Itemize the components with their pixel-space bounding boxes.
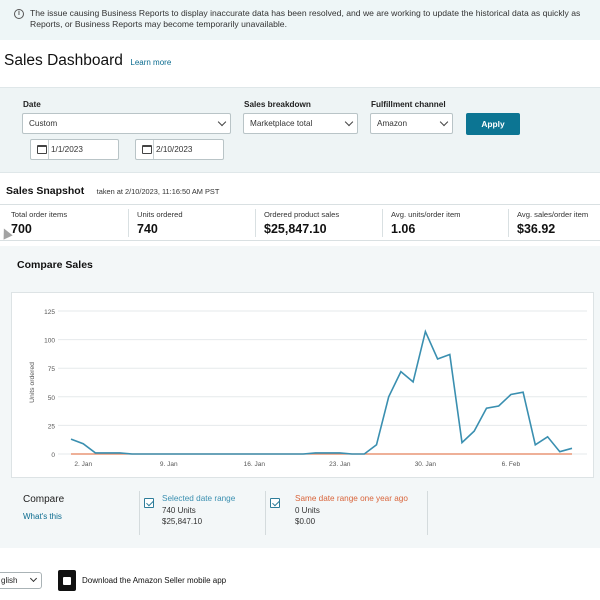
x-tick-label: 6. Feb [502,461,521,468]
fulfillment-select-value: Amazon [377,119,408,128]
end-date-field[interactable]: 2/10/2023 [135,139,224,160]
metric-divider [382,209,383,237]
apply-button[interactable]: Apply [466,113,520,135]
end-date-value: 2/10/2023 [156,145,193,154]
metric-ordered-product-sales: Ordered product sales $25,847.10 [264,210,339,236]
metric-total-order-items: Total order items 700 [11,210,67,236]
metric-divider [255,209,256,237]
field-separator [153,140,154,159]
selected-range-units: 740 Units [162,506,196,515]
metric-units-ordered: Units ordered 740 [137,210,183,236]
snapshot-title: Sales Snapshot [6,185,85,197]
metric-label: Avg. units/order item [391,210,461,219]
y-tick-label: 25 [48,423,56,430]
y-tick-label: 75 [48,366,56,373]
y-tick-label: 0 [51,452,55,459]
fulfillment-label: Fulfillment channel [371,100,446,109]
notification-banner: i The issue causing Business Reports to … [0,0,600,40]
y-tick-label: 50 [48,395,56,402]
compare-sales-title: Compare Sales [17,259,93,271]
title-row: Sales Dashboard Learn more [4,52,171,72]
fulfillment-select[interactable]: Amazon [370,113,453,134]
last-year-units: 0 Units [295,506,320,515]
language-select[interactable]: glish [0,572,42,589]
whats-this-link[interactable]: What's this [23,512,62,521]
last-year-title: Same date range one year ago [295,494,408,503]
y-tick-label: 125 [44,309,55,316]
chevron-down-icon [344,117,354,127]
language-value: glish [1,576,18,585]
download-app-link[interactable]: Download the Amazon Seller mobile app [82,576,226,585]
compare-legend: Compare What's this Selected date range … [11,487,594,539]
date-select[interactable]: Custom [22,113,231,134]
field-separator [48,140,49,159]
filters-panel: Date Custom 1/1/2023 2/10/2023 Sales bre… [0,87,600,173]
date-select-value: Custom [29,119,58,128]
compare-sales-panel: Compare Sales 0 25 50 75 100 125 Units ordered… [0,246,600,548]
metric-value: $36.92 [517,222,556,236]
metric-value: 1.06 [391,222,416,236]
breakdown-select[interactable]: Marketplace total [243,113,358,134]
selected-range-title: Selected date range [162,494,236,503]
calendar-icon [37,145,47,154]
sales-chart: 0 25 50 75 100 125 Units ordered 2. Jan 9. Jan 16… [11,292,594,478]
metric-avg-units-per-item: Avg. units/order item 1.06 [391,210,461,236]
x-tick-label: 16. Jan [244,461,266,468]
metric-divider [128,209,129,237]
learn-more-link[interactable]: Learn more [130,58,171,67]
banner-line-1: The issue causing Business Reports to di… [30,8,581,18]
chevron-down-icon [439,117,449,127]
metrics-row: Total order items 700 Units ordered 740 … [0,204,600,241]
compare-label: Compare [23,494,65,505]
last-year-checkbox[interactable] [270,498,280,508]
metric-label: Avg. sales/order item [517,210,589,219]
chevron-down-icon [29,574,38,583]
x-tick-label: 2. Jan [74,461,92,468]
info-icon: i [14,9,24,19]
y-axis-label: Units ordered [29,362,36,403]
metric-value: $25,847.10 [264,222,327,236]
metric-label: Ordered product sales [264,210,340,219]
banner-text: The issue causing Business Reports to di… [30,8,600,30]
metric-value: 740 [137,222,158,236]
selected-range-line [70,329,573,455]
selected-range-sales: $25,847.10 [162,517,203,526]
metric-label: Total order items [11,210,68,219]
legend-divider [139,491,140,535]
metric-avg-sales-per-item: Avg. sales/order item $36.92 [517,210,588,236]
snapshot-timestamp: taken at 2/10/2023, 11:16:50 AM PST [96,187,220,196]
metric-label: Units ordered [137,210,183,219]
banner-line-2: Reports, or Business Reports may become … [30,19,287,29]
x-tick-label: 30. Jan [415,461,437,468]
start-date-value: 1/1/2023 [51,145,83,154]
page-title: Sales Dashboard [4,52,123,69]
chevron-down-icon [217,117,227,127]
calendar-icon [142,145,152,154]
date-label: Date [23,100,41,109]
footer: glish Download the Amazon Seller mobile … [0,566,600,596]
selected-range-checkbox[interactable] [144,498,154,508]
metric-value: 700 [11,222,32,236]
breakdown-label: Sales breakdown [244,100,311,109]
y-tick-label: 100 [44,338,55,345]
legend-divider [265,491,266,535]
x-tick-label: 23. Jan [329,461,351,468]
legend-divider [427,491,428,535]
breakdown-select-value: Marketplace total [250,119,313,128]
seller-app-icon[interactable] [58,570,76,591]
x-tick-label: 9. Jan [160,461,178,468]
metric-divider [508,209,509,237]
sales-chart-svg: 0 25 50 75 100 125 Units ordered 2. Jan 9. Jan 16… [29,309,587,468]
start-date-field[interactable]: 1/1/2023 [30,139,119,160]
snapshot-header: Sales Snapshot taken at 2/10/2023, 11:16… [6,181,219,199]
last-year-sales: $0.00 [295,517,316,526]
